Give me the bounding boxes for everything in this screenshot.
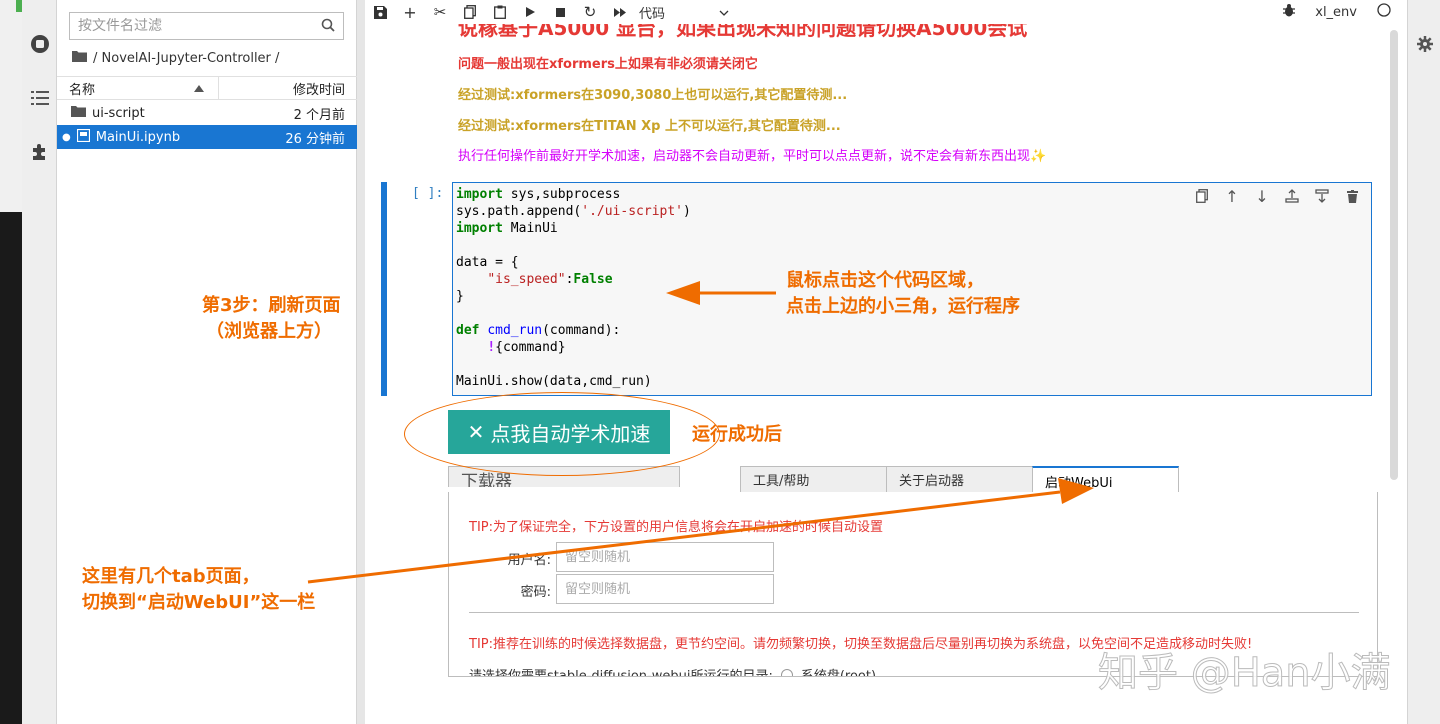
arrow-to-code (666, 281, 776, 305)
arrow-to-tab (307, 478, 1094, 584)
settings-gear-icon[interactable] (1417, 36, 1433, 56)
right-sidebar (1407, 0, 1440, 724)
watermark: 知乎 @Han小满 (1098, 650, 1392, 697)
annotation-arrows (307, 281, 1094, 584)
notebook-scrollbar[interactable] (1390, 30, 1398, 480)
screen: / NovelAI-Jupyter-Controller / 名称 修改时间 u… (0, 0, 1440, 724)
